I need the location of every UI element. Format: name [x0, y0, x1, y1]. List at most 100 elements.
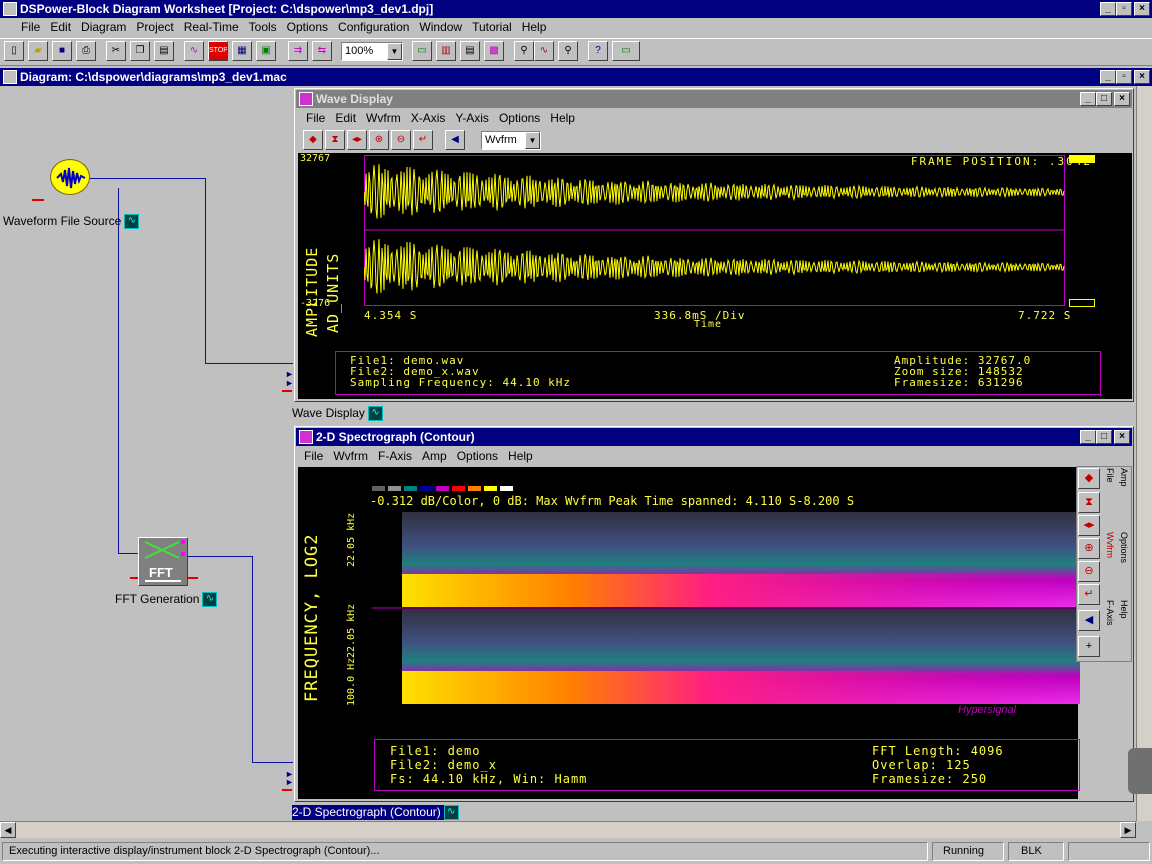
diagram-close-button[interactable]: ×	[1134, 70, 1150, 84]
spectro-menu-amp[interactable]: Amp	[417, 447, 452, 466]
status-message: Executing interactive display/instrument…	[2, 842, 928, 861]
spectro-window-icon	[299, 430, 313, 444]
wave-menu-edit[interactable]: Edit	[330, 109, 361, 128]
zoom-out-icon[interactable]: ⊖	[1078, 561, 1100, 582]
spectro-maximize-button[interactable]: □	[1096, 430, 1112, 444]
speaker-icon[interactable]: ◀	[445, 130, 465, 150]
cursor-icon[interactable]: +	[1078, 636, 1100, 657]
menu-tools[interactable]: Tools	[244, 18, 282, 37]
chevron-down-icon[interactable]: ▼	[387, 43, 402, 60]
wave-menu-options[interactable]: Options	[494, 109, 545, 128]
spectro-menu-help[interactable]: Help	[503, 447, 538, 466]
return-icon[interactable]: ↵	[413, 130, 433, 150]
menu-window[interactable]: Window	[414, 18, 467, 37]
expand-x-icon[interactable]: ◂▸	[1078, 515, 1100, 536]
waveform-source-label: Waveform File Source ∿	[3, 214, 140, 230]
wave-minimize-button[interactable]: _	[1080, 92, 1096, 106]
compress-y-icon[interactable]: ⧗	[325, 130, 345, 150]
stop-icon[interactable]: STOP	[208, 41, 228, 61]
side-wvfrm-menu[interactable]: Wvfrm	[1105, 532, 1115, 558]
meter-icon[interactable]: ▭	[412, 41, 432, 61]
cut-icon[interactable]: ✂	[106, 41, 126, 61]
y-axis-units: AD_UNITS	[324, 252, 342, 333]
connect-icon[interactable]: ⇉	[288, 41, 308, 61]
zoom-y-icon[interactable]: ◆	[303, 130, 323, 150]
zoom-select[interactable]: 100% ▼	[341, 42, 403, 61]
signal-icon[interactable]: ∿	[534, 41, 554, 61]
vertical-scrollbar[interactable]	[1136, 86, 1152, 821]
menu-help[interactable]: Help	[517, 18, 552, 37]
spectro-menu-file[interactable]: File	[299, 447, 328, 466]
wave-close-button[interactable]: ×	[1114, 92, 1130, 106]
menu-configuration[interactable]: Configuration	[333, 18, 414, 37]
align-icon[interactable]: ⇆	[312, 41, 332, 61]
spectro-menu-f-axis[interactable]: F-Axis	[373, 447, 417, 466]
color-swatch	[420, 486, 433, 491]
diagram-minimize-button[interactable]: _	[1100, 70, 1116, 84]
diagram-restore-button[interactable]: ▫	[1116, 70, 1132, 84]
side-amp-menu[interactable]: Amp	[1119, 468, 1129, 487]
wave-menu-y-axis[interactable]: Y-Axis	[450, 109, 494, 128]
open-icon[interactable]: ▰	[28, 41, 48, 61]
new-icon[interactable]: ▯	[4, 41, 24, 61]
pattern-icon[interactable]: ▩	[484, 41, 504, 61]
help-pointer-icon[interactable]: ?	[588, 41, 608, 61]
menu-file[interactable]: File	[16, 18, 45, 37]
spectro-header: -0.312 dB/Color, 0 dB: Max Wvfrm Peak Ti…	[370, 494, 855, 508]
fft-block[interactable]: FFT	[138, 537, 188, 586]
menu-edit[interactable]: Edit	[45, 18, 76, 37]
menu-tutorial[interactable]: Tutorial	[467, 18, 517, 37]
scroll-right-icon[interactable]: ▶	[1120, 822, 1136, 838]
scroll-left-icon[interactable]: ◀	[0, 822, 16, 838]
run-icon[interactable]: ∿	[184, 41, 204, 61]
wave-maximize-button[interactable]: □	[1096, 92, 1112, 106]
side-file-menu[interactable]: File	[1105, 468, 1115, 483]
speaker-icon[interactable]: ◀	[1078, 610, 1100, 631]
x-end: 7.722 S	[1018, 309, 1072, 322]
copy-icon[interactable]: ❐	[130, 41, 150, 61]
return-icon[interactable]: ↵	[1078, 584, 1100, 605]
side-options-menu[interactable]: Options	[1119, 532, 1129, 563]
wave-menu-x-axis[interactable]: X-Axis	[406, 109, 451, 128]
compress-y-icon[interactable]: ⧗	[1078, 492, 1100, 513]
chart-icon[interactable]: ▥	[436, 41, 456, 61]
menu-options[interactable]: Options	[282, 18, 333, 37]
wave-menu-help[interactable]: Help	[545, 109, 580, 128]
menu-project[interactable]: Project	[131, 18, 178, 37]
blocks-icon[interactable]: ▣	[256, 41, 276, 61]
restore-button[interactable]: ▫	[1116, 2, 1132, 16]
zoom-in-icon[interactable]: ⊕	[369, 130, 389, 150]
minimize-button[interactable]: _	[1100, 2, 1116, 16]
spectro-close-button[interactable]: ×	[1114, 430, 1130, 444]
menu-real-time[interactable]: Real-Time	[179, 18, 244, 37]
save-icon[interactable]: ■	[52, 41, 72, 61]
trash-icon[interactable]	[1128, 748, 1152, 794]
grid-icon[interactable]: ▦	[232, 41, 252, 61]
find-next-icon[interactable]: ⚲	[558, 41, 578, 61]
chevron-down-icon[interactable]: ▼	[525, 132, 540, 149]
print-icon[interactable]: ⎙	[76, 41, 96, 61]
expand-x-icon[interactable]: ◂▸	[347, 130, 367, 150]
wave-menu-wvfrm[interactable]: Wvfrm	[361, 109, 406, 128]
zoom-in-icon[interactable]: ⊕	[1078, 538, 1100, 559]
monitor-icon[interactable]: ▭	[612, 41, 640, 61]
spectro-menu-wvfrm[interactable]: Wvfrm	[328, 447, 373, 466]
side-faxis-menu[interactable]: F-Axis	[1105, 600, 1115, 626]
spectro-minimize-button[interactable]: _	[1080, 430, 1096, 444]
diagram-title: Diagram: C:\dspower\diagrams\mp3_dev1.ma…	[20, 70, 287, 84]
paste-icon[interactable]: ▤	[154, 41, 174, 61]
waveform-source-block[interactable]	[50, 159, 90, 195]
horizontal-scrollbar[interactable]: ◀ ▶	[0, 821, 1136, 838]
find-icon[interactable]: ⚲	[514, 41, 534, 61]
zoom-out-icon[interactable]: ⊖	[391, 130, 411, 150]
spectro-menu-options[interactable]: Options	[452, 447, 503, 466]
zoom-y-icon[interactable]: ◆	[1078, 468, 1100, 489]
menu-diagram[interactable]: Diagram	[76, 18, 131, 37]
diagram-title-bar: Diagram: C:\dspower\diagrams\mp3_dev1.ma…	[0, 68, 1152, 86]
waveform-select[interactable]: Wvfrm ▼	[481, 131, 541, 150]
wave-menu-file[interactable]: File	[301, 109, 330, 128]
document-icon[interactable]: ▤	[460, 41, 480, 61]
wave-plot-area[interactable]: FRAME POSITION: .3042 32767 -3276 AMPLIT…	[298, 153, 1132, 399]
side-help-menu[interactable]: Help	[1119, 600, 1129, 619]
close-button[interactable]: ×	[1134, 2, 1150, 16]
